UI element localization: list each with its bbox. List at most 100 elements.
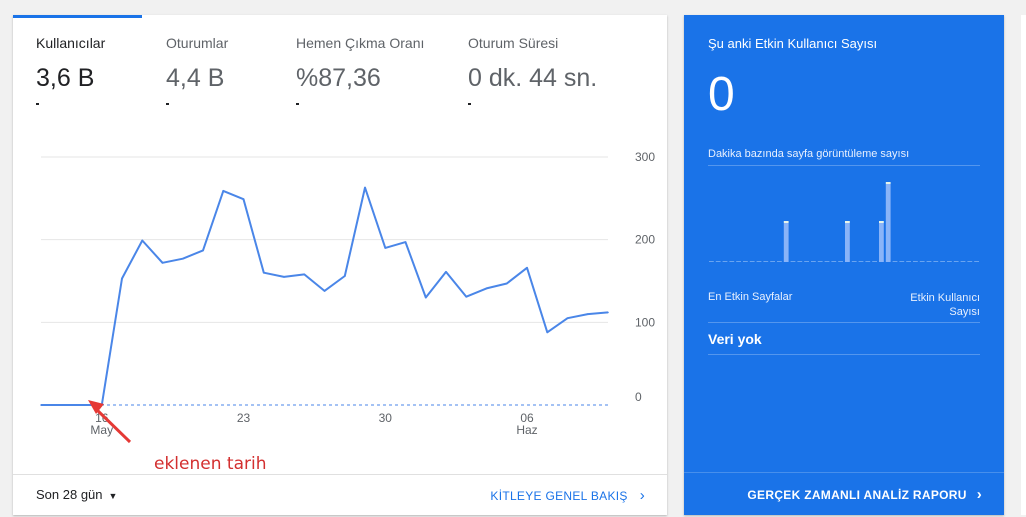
data-point — [485, 287, 488, 290]
x-tick-sublabel: Haz — [516, 423, 537, 437]
x-tick-label: 30 — [379, 411, 393, 425]
y-tick-label: 0 — [635, 390, 642, 404]
pageview-bar-cap — [885, 182, 891, 184]
pageview-bar — [817, 261, 823, 262]
pageview-bar — [804, 261, 809, 262]
users-line-chart: 010020030016May23 30 06Haz — [40, 150, 655, 437]
pageview-bar — [940, 261, 945, 262]
pageviews-per-minute-chart — [709, 182, 979, 262]
data-point — [121, 277, 123, 280]
pageview-bar — [729, 261, 735, 262]
y-tick-label: 300 — [635, 150, 655, 164]
chevron-right-icon: › — [976, 486, 982, 503]
data-point — [141, 239, 144, 242]
pageview-bar — [749, 261, 755, 262]
pageview-bar — [709, 261, 714, 262]
realtime-report-link[interactable]: GERÇEK ZAMANLI ANALİZ RAPORU › — [747, 486, 982, 503]
data-point — [242, 198, 245, 200]
y-tick-label: 100 — [635, 315, 655, 329]
data-point — [343, 275, 346, 277]
data-point — [262, 271, 265, 274]
data-point — [181, 257, 184, 260]
pageview-bar — [736, 261, 741, 262]
data-point — [586, 313, 589, 315]
data-point — [222, 190, 225, 192]
realtime-report-link-label: GERÇEK ZAMANLI ANALİZ RAPORU — [747, 488, 967, 502]
pageview-bar — [967, 261, 973, 262]
pageview-bar — [947, 261, 952, 262]
pageview-bar — [926, 261, 932, 262]
adjacent-card-edge — [1021, 15, 1026, 515]
divider — [708, 354, 980, 355]
pageview-bar — [879, 223, 884, 262]
pageview-bar — [763, 261, 769, 262]
data-point — [364, 186, 366, 189]
data-point — [566, 317, 569, 320]
pageview-bar — [783, 223, 789, 262]
data-point — [505, 282, 508, 285]
pageview-bar — [811, 261, 816, 262]
data-point — [526, 266, 528, 269]
pageview-bar — [831, 261, 837, 262]
audience-overview-link-label: KİTLEYE GENEL BAKIŞ — [490, 489, 628, 503]
data-point — [607, 311, 609, 314]
realtime-active-users-value: 0 — [708, 68, 735, 121]
pageview-bar — [899, 261, 905, 262]
data-point — [202, 249, 204, 252]
pageview-bar-cap — [783, 221, 789, 223]
top-pages-header: En Etkin Sayfalar — [708, 291, 793, 303]
pageview-bar — [838, 261, 843, 262]
data-point — [161, 262, 164, 264]
audience-overview-card: Kullanıcılar 3,6 B Oturumlar 4,4 B Hemen… — [13, 15, 667, 515]
data-point — [40, 404, 42, 406]
x-tick-label: 23 — [237, 411, 251, 425]
pageview-bar — [851, 261, 857, 262]
pageview-bar — [906, 261, 911, 262]
pageview-bar — [770, 261, 775, 262]
pageview-bar — [756, 261, 762, 262]
chevron-right-icon: › — [639, 487, 645, 504]
y-tick-label: 200 — [635, 233, 655, 247]
data-point — [283, 276, 285, 278]
data-point — [303, 273, 306, 276]
pageview-bar — [960, 261, 966, 262]
pageview-bar — [743, 261, 748, 262]
pageview-bar — [777, 261, 782, 262]
data-point — [445, 271, 447, 273]
pageview-bar — [845, 223, 850, 262]
pageview-bar — [974, 261, 979, 262]
realtime-title: Şu anki Etkin Kullanıcı Sayısı — [708, 36, 878, 51]
pageview-bar — [722, 261, 728, 262]
date-range-dropdown[interactable]: Son 28 gün ▼ — [36, 487, 117, 502]
data-point — [80, 404, 83, 406]
active-users-header: Etkin Kullanıcı Sayısı — [910, 292, 980, 318]
date-range-label: Son 28 gün — [36, 487, 103, 502]
pageview-bar — [919, 261, 925, 262]
data-point — [384, 247, 387, 249]
data-point — [546, 331, 549, 334]
pageview-bar — [892, 261, 898, 262]
pageview-bar — [885, 184, 891, 262]
card-footer: Son 28 gün ▼ KİTLEYE GENEL BAKIŞ › — [13, 474, 667, 515]
data-point — [404, 241, 407, 243]
pageview-bar — [790, 261, 796, 262]
no-data-text: Veri yok — [708, 331, 762, 347]
caret-down-icon: ▼ — [108, 491, 118, 501]
data-point — [424, 296, 427, 299]
audience-overview-link[interactable]: KİTLEYE GENEL BAKIŞ › — [490, 487, 645, 504]
pageview-bar — [933, 261, 939, 262]
realtime-pageviews-subtitle: Dakika bazında sayfa görüntüleme sayısı — [708, 148, 910, 160]
data-point — [60, 404, 63, 406]
pageview-bar — [953, 261, 959, 262]
data-point — [323, 290, 326, 292]
realtime-footer: GERÇEK ZAMANLI ANALİZ RAPORU › — [684, 472, 1004, 515]
pageview-bar — [858, 261, 864, 262]
x-tick-sublabel: May — [90, 423, 113, 437]
users-series-line — [41, 186, 609, 406]
pageview-bar — [872, 261, 877, 262]
pageview-bar — [913, 261, 918, 262]
pageview-bar — [865, 261, 871, 262]
realtime-card: Şu anki Etkin Kullanıcı Sayısı 0 Dakika … — [684, 15, 1004, 515]
pageview-bar — [797, 261, 803, 262]
annotation-text: eklenen tarih — [154, 454, 267, 474]
